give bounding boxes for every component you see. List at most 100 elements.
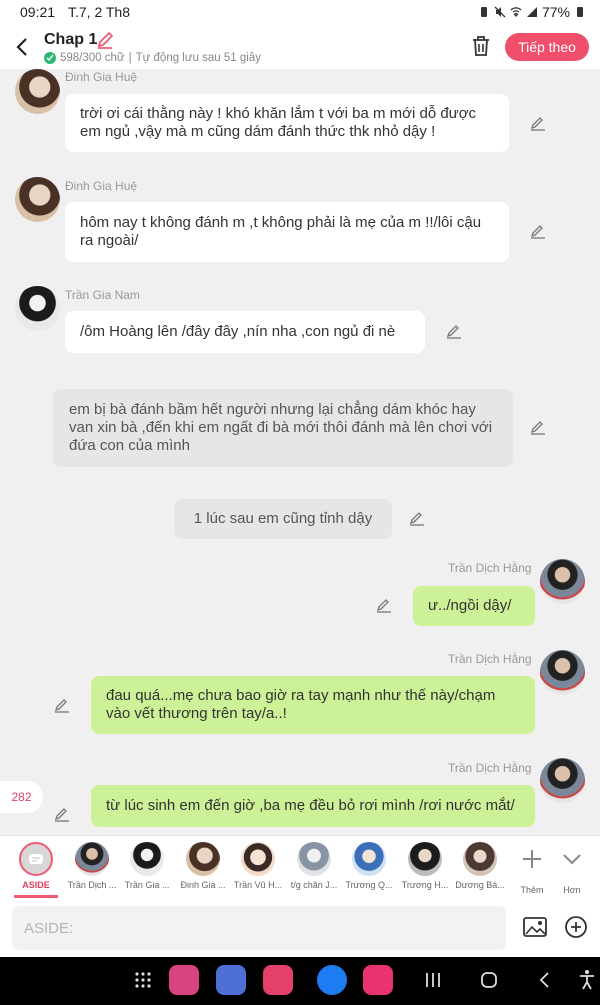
message-bubble[interactable]: hôm nay t không đánh m ,t không phải là … [65, 202, 509, 262]
avatar [15, 69, 60, 114]
sender-name: Trần Dịch Hằng [448, 652, 532, 666]
edit-message-icon[interactable] [376, 597, 392, 613]
character-option[interactable]: Trần Gia ... [120, 842, 174, 890]
character-counter-badge[interactable]: 282 [0, 781, 43, 813]
next-button[interactable]: Tiếp theo [505, 33, 589, 61]
recents-icon[interactable] [424, 970, 442, 990]
chevron-down-icon [563, 854, 581, 865]
trash-icon[interactable] [470, 34, 492, 58]
avatar [15, 286, 60, 331]
character-avatar [297, 842, 331, 876]
editor-header: Chap 1 598/300 chữ | Tự động lưu sau 51 … [0, 25, 600, 69]
composer [0, 899, 600, 957]
avatar [15, 177, 60, 222]
avatar [540, 650, 585, 695]
separator: | [128, 52, 132, 64]
battery-saver-icon [480, 7, 487, 17]
character-option[interactable]: Đinh Gia ... [176, 842, 230, 890]
signal-icon [526, 7, 537, 17]
back-arrow-icon[interactable] [12, 35, 34, 59]
message-bubble[interactable]: /ôm Hoàng lên /đây đây ,nín nha ,con ngủ… [65, 311, 425, 353]
character-avatar [186, 842, 220, 876]
character-option[interactable]: Trần Vũ H... [231, 842, 285, 890]
autosave-status: Tự động lưu sau 51 giây [135, 52, 261, 64]
chapter-status-line: 598/300 chữ | Tự động lưu sau 51 giây [44, 52, 261, 64]
status-bar: 09:21 T.7, 2 Th8 77% [0, 0, 600, 25]
edit-message-icon[interactable] [54, 806, 70, 822]
narration-bubble[interactable]: 1 lúc sau em cũng tỉnh dậy [174, 499, 392, 539]
system-nav-bar [0, 957, 600, 1005]
character-option[interactable]: Trương H... [398, 842, 452, 890]
edit-message-icon[interactable] [530, 223, 546, 239]
status-icons: 77% [478, 4, 586, 20]
character-aside[interactable]: ASIDE [9, 842, 63, 890]
app-icon-2[interactable] [216, 965, 246, 995]
battery-percent: 77% [541, 4, 570, 20]
edit-message-icon[interactable] [446, 323, 462, 339]
back-icon[interactable] [537, 970, 553, 990]
battery-icon [577, 7, 583, 17]
message-bubble[interactable]: ư../ngồi dậy/ [413, 586, 535, 626]
message-bubble[interactable]: đau quá...mẹ chưa bao giờ ra tay mạnh nh… [91, 676, 535, 734]
mute-icon [494, 6, 506, 18]
sender-name: Đinh Gia Huệ [65, 179, 138, 193]
character-name: Dương Bá... [455, 880, 505, 890]
image-icon[interactable] [522, 915, 548, 939]
expand-label: Hơn [563, 885, 581, 895]
expand-button[interactable]: Hơn [545, 842, 599, 895]
character-name: ASIDE [22, 880, 50, 890]
add-circle-icon[interactable] [564, 915, 588, 939]
selected-indicator [14, 895, 58, 898]
plus-icon [523, 850, 541, 868]
aside-avatar [19, 842, 53, 876]
narration-bubble[interactable]: em bị bà đánh bầm hết người nhưng lại ch… [53, 389, 513, 467]
sender-name: Trần Dịch Hằng [448, 761, 532, 775]
message-bubble[interactable]: từ lúc sinh em đến giờ ,ba mẹ đều bỏ rơi… [91, 785, 535, 827]
wifi-icon [510, 7, 522, 18]
character-name: Trần Gia ... [124, 880, 170, 890]
app-drawer-icon[interactable] [134, 971, 152, 989]
messenger-icon[interactable] [317, 965, 347, 995]
word-count: 598/300 chữ [60, 52, 125, 64]
edit-message-icon[interactable] [530, 115, 546, 131]
chat-bubble-icon [29, 854, 43, 864]
app-icon-flower[interactable] [363, 965, 393, 995]
character-avatar [352, 842, 386, 876]
edit-message-icon[interactable] [54, 697, 70, 713]
clock: 09:21 [20, 4, 56, 20]
character-name: t/g chăn J... [290, 880, 338, 890]
sender-name: Đinh Gia Huệ [65, 70, 138, 84]
chapter-title[interactable]: Chap 1 [44, 31, 97, 49]
chat-area[interactable]: Đinh Gia Huệ trời ơi cái thằng này ! khó… [0, 69, 600, 835]
character-name: Trần Vũ H... [233, 880, 283, 890]
character-avatar [130, 842, 164, 876]
character-name: Trương H... [401, 880, 449, 890]
character-option[interactable]: Trần Dịch ... [65, 842, 119, 890]
edit-message-icon[interactable] [530, 419, 546, 435]
character-option[interactable]: Trương Q... [342, 842, 396, 890]
character-name: Đinh Gia ... [180, 880, 226, 890]
avatar [540, 559, 585, 604]
edit-title-pencil-icon[interactable] [96, 31, 114, 49]
edit-message-icon[interactable] [409, 510, 425, 526]
sender-name: Trần Dịch Hằng [448, 561, 532, 575]
character-avatar [241, 842, 275, 876]
sender-name: Trần Gia Nam [65, 288, 140, 302]
character-avatar [463, 842, 497, 876]
home-icon[interactable] [479, 970, 499, 990]
accessibility-icon[interactable] [578, 969, 596, 991]
message-bubble[interactable]: trời ơi cái thằng này ! khó khăn lắm t v… [65, 94, 509, 152]
character-avatar [75, 842, 109, 876]
check-icon [44, 52, 56, 64]
character-avatar [408, 842, 442, 876]
message-input[interactable] [12, 906, 506, 950]
character-name: Trương Q... [345, 880, 393, 890]
character-option[interactable]: Dương Bá... [453, 842, 507, 890]
character-option[interactable]: t/g chăn J... [287, 842, 341, 890]
app-icon-1[interactable] [169, 965, 199, 995]
character-name: Trần Dịch ... [67, 880, 117, 890]
date: T.7, 2 Th8 [68, 4, 131, 20]
app-icon-3[interactable] [263, 965, 293, 995]
avatar [540, 758, 585, 803]
character-selector: ASIDE Trần Dịch ... Trần Gia ... Đinh Gi… [0, 835, 600, 899]
